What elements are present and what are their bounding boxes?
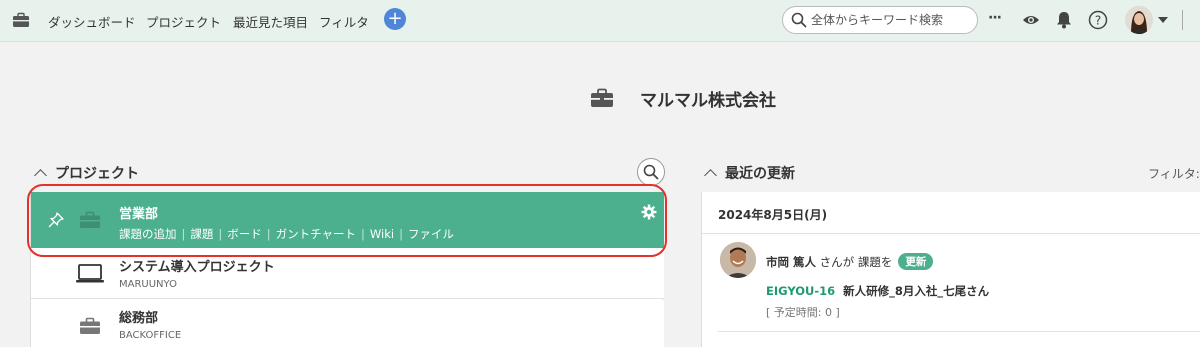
link-wiki[interactable]: Wiki — [370, 227, 394, 241]
link-add-issue[interactable]: 課題の追加 — [119, 227, 177, 241]
project-search-button[interactable] — [637, 158, 665, 186]
issue-key[interactable]: EIGYOU-16 — [766, 284, 835, 298]
chevron-up-icon[interactable] — [704, 169, 717, 182]
updates-panel: 2024年8月5日(月) 市岡 篤人 さんが 課題を 更新 EIGYOU-16 新人… — [701, 192, 1200, 347]
update-action: さんが 課題を — [816, 255, 893, 269]
update-user[interactable]: 市岡 篤人 — [766, 255, 816, 269]
nav-recent-items[interactable]: 最近見た項目 — [233, 12, 308, 31]
help-icon[interactable]: ? — [1088, 10, 1108, 30]
divider — [1182, 10, 1183, 30]
user-avatar[interactable] — [720, 242, 756, 278]
date-header: 2024年8月5日(月) — [702, 192, 1200, 234]
add-button[interactable]: + — [384, 8, 406, 30]
divider — [718, 331, 1200, 332]
more-icon[interactable]: ··· — [988, 10, 1002, 26]
updates-heading: 最近の更新 — [725, 166, 795, 182]
project-name[interactable]: システム導入プロジェクト — [119, 256, 275, 275]
link-issues[interactable]: 課題 — [190, 227, 213, 241]
search-icon — [643, 164, 659, 180]
update-date: 2024年8月5日(月) — [718, 208, 828, 222]
link-gantt-chart[interactable]: ガントチャート — [276, 227, 356, 241]
link-files[interactable]: ファイル — [408, 227, 454, 241]
pin-icon[interactable] — [47, 211, 65, 229]
eye-icon[interactable] — [1022, 13, 1040, 27]
project-name[interactable]: 総務部 — [119, 307, 158, 326]
link-board[interactable]: ボード — [227, 227, 262, 241]
search-icon — [791, 12, 807, 28]
briefcase-icon — [591, 88, 613, 107]
nav-projects[interactable]: プロジェクト — [146, 12, 221, 31]
search-input[interactable] — [811, 11, 971, 29]
briefcase-icon — [80, 317, 100, 334]
updates-section-header[interactable]: 最近の更新 — [704, 163, 795, 183]
project-row[interactable]: システム導入プロジェクト MARUUNYO — [31, 248, 664, 299]
project-name[interactable]: 営業部 — [119, 203, 158, 222]
project-row[interactable]: 営業部 課題の追加 | 課題 | ボード | ガントチャート | Wiki | ファイル — [31, 192, 664, 248]
project-key: MARUUNYO — [119, 279, 177, 290]
project-row[interactable]: 総務部 BACKOFFICE — [31, 300, 664, 347]
updates-filter[interactable]: フィルタ: — [1148, 165, 1200, 182]
issue-title[interactable]: 新人研修_8月入社_七尾さん — [843, 284, 989, 298]
project-list: 営業部 課題の追加 | 課題 | ボード | ガントチャート | Wiki | ファイル — [30, 192, 664, 347]
organization-name: マルマル株式会社 — [640, 91, 776, 111]
status-badge: 更新 — [898, 253, 934, 270]
svg-text:?: ? — [1095, 14, 1101, 28]
caret-down-icon[interactable] — [1158, 17, 1168, 24]
briefcase-icon — [80, 211, 100, 228]
project-quick-links: 課題の追加 | 課題 | ボード | ガントチャート | Wiki | ファイル — [119, 227, 454, 241]
update-summary: 市岡 篤人 さんが 課題を 更新 — [766, 253, 934, 271]
update-meta: [ 予定時間: 0 ] — [766, 306, 840, 319]
projects-heading: プロジェクト — [55, 166, 139, 182]
user-avatar[interactable] — [1125, 6, 1153, 34]
bell-icon[interactable] — [1056, 11, 1072, 29]
update-issue[interactable]: EIGYOU-16 新人研修_8月入社_七尾さん — [766, 283, 989, 299]
laptop-icon — [76, 264, 104, 283]
global-search[interactable] — [782, 6, 978, 34]
project-key: BACKOFFICE — [119, 330, 182, 341]
gear-icon[interactable] — [641, 204, 657, 220]
chevron-up-icon[interactable] — [34, 169, 47, 182]
briefcase-icon[interactable] — [12, 12, 30, 28]
projects-section-header[interactable]: プロジェクト — [34, 163, 139, 183]
nav-filter[interactable]: フィルタ — [319, 12, 369, 31]
top-nav: ダッシュボード プロジェクト 最近見た項目 フィルタ + ··· ? — [0, 0, 1200, 42]
nav-dashboard[interactable]: ダッシュボード — [48, 12, 136, 31]
